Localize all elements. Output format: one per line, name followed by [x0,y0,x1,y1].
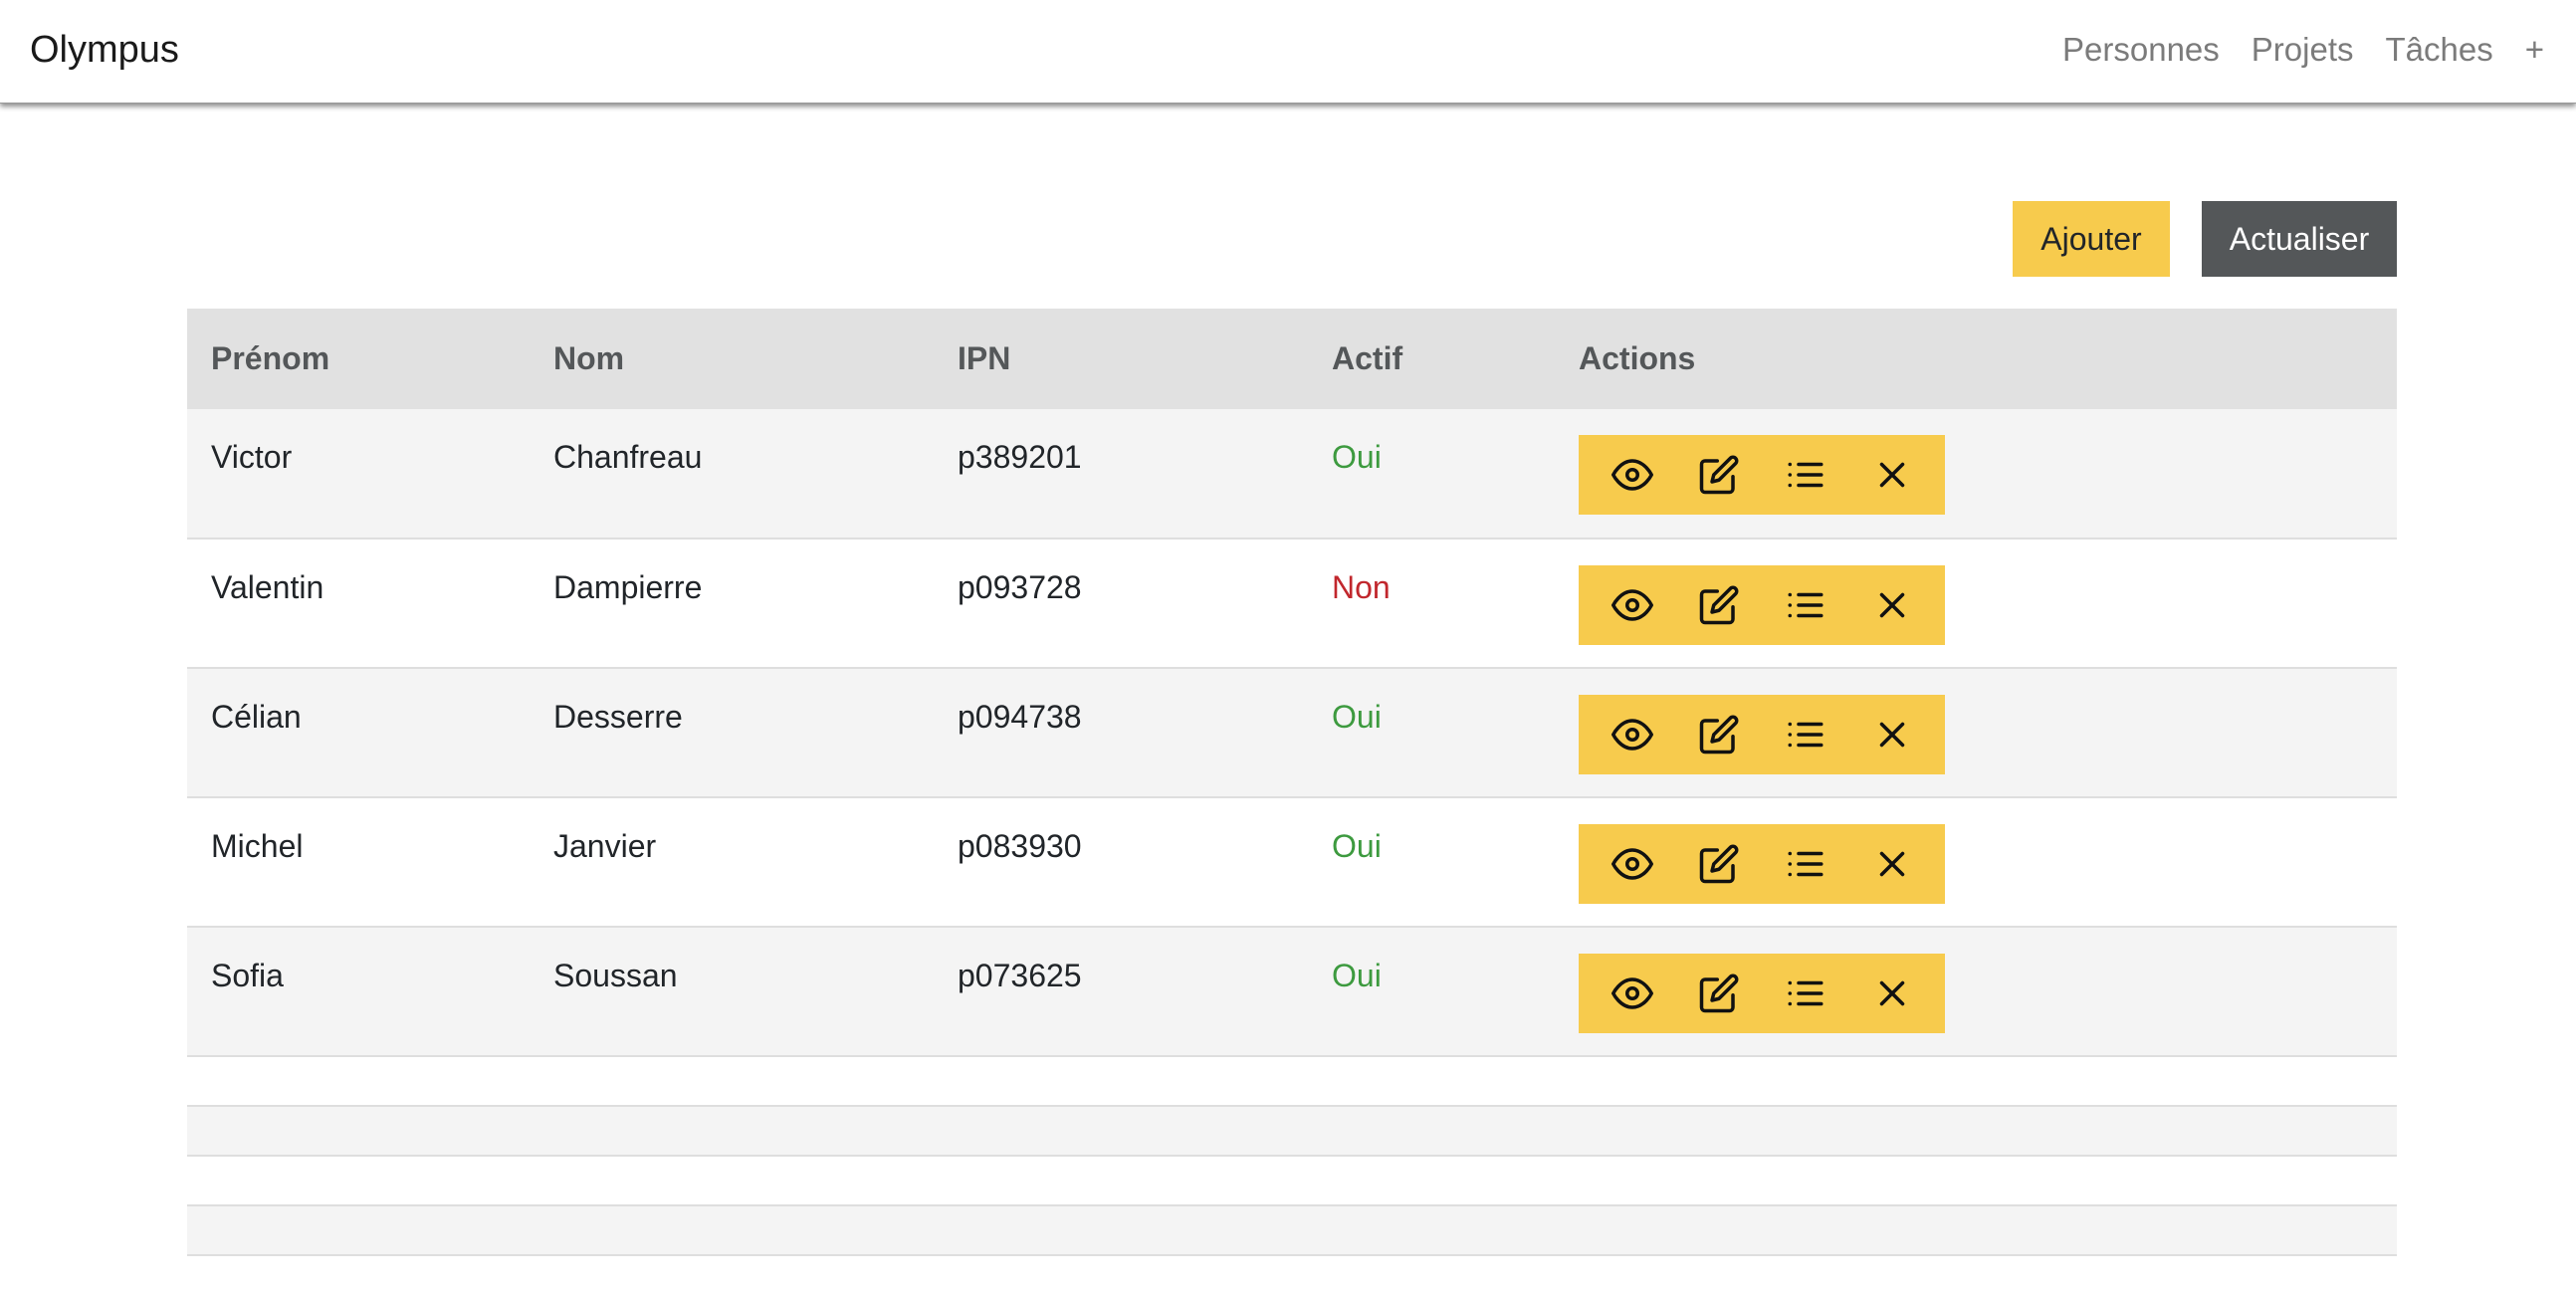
table-row: Sofia Soussan p073625 Oui [187,927,2397,1056]
edit-icon [1699,715,1738,755]
cell-ipn: p094738 [958,699,1082,735]
empty-table-row [187,1156,2397,1205]
cell-active: Non [1332,569,1391,605]
row-actions [1579,565,1945,645]
nav-item-taches[interactable]: Tâches [2386,24,2493,76]
row-actions [1579,954,1945,1033]
edit-icon [1699,973,1738,1013]
list-button[interactable] [1770,439,1841,511]
empty-table-row [187,1205,2397,1255]
cell-active: Oui [1332,439,1382,475]
row-actions [1579,435,1945,515]
cell-first-name: Sofia [211,958,284,993]
list-icon [1788,462,1823,488]
cell-actions [1555,927,2397,1056]
cell-ipn: p093728 [958,569,1082,605]
delete-button[interactable] [1856,439,1928,511]
nav-item-personnes[interactable]: Personnes [2062,24,2220,76]
empty-cell [187,1205,2397,1255]
row-actions [1579,695,1945,774]
close-icon [1879,980,1904,1006]
cell-active: Oui [1332,828,1382,864]
list-icon [1788,722,1823,748]
cell-last-name: Chanfreau [553,439,703,475]
edit-button[interactable] [1683,699,1755,770]
close-icon [1879,592,1904,618]
cell-last-name: Janvier [553,828,657,864]
eye-icon [1610,719,1653,751]
eye-icon [1610,977,1653,1009]
empty-cell [187,1106,2397,1156]
list-icon [1788,592,1823,618]
column-header-first-name: Prénom [211,340,330,376]
cell-ipn: p083930 [958,828,1082,864]
cell-first-name: Célian [211,699,302,735]
close-icon [1879,851,1904,877]
column-header-ipn: IPN [958,340,1011,376]
eye-icon [1610,589,1653,621]
empty-cell [187,1156,2397,1205]
delete-button[interactable] [1856,958,1928,1029]
edit-icon [1699,455,1738,495]
refresh-button[interactable]: Actualiser [2202,201,2397,277]
view-button[interactable] [1597,439,1668,511]
nav-item-projets[interactable]: Projets [2252,24,2354,76]
view-button[interactable] [1597,958,1668,1029]
delete-button[interactable] [1856,569,1928,641]
cell-first-name: Valentin [211,569,324,605]
cell-last-name: Dampierre [553,569,703,605]
delete-button[interactable] [1856,699,1928,770]
eye-icon [1610,848,1653,880]
column-header-active: Actif [1332,340,1403,376]
table-row: Michel Janvier p083930 Oui [187,797,2397,927]
edit-button[interactable] [1683,958,1755,1029]
app-brand[interactable]: Olympus [30,24,179,76]
delete-button[interactable] [1856,828,1928,900]
list-icon [1788,980,1823,1006]
edit-icon [1699,585,1738,625]
nav-item-add[interactable]: + [2525,24,2544,76]
table-row: Victor Chanfreau p389201 Oui [187,409,2397,539]
cell-active: Oui [1332,958,1382,993]
list-button[interactable] [1770,828,1841,900]
list-icon [1788,851,1823,877]
cell-actions [1555,668,2397,797]
edit-button[interactable] [1683,569,1755,641]
edit-icon [1699,844,1738,884]
empty-cell [187,1056,2397,1106]
list-button[interactable] [1770,699,1841,770]
column-header-actions: Actions [1579,340,1696,376]
table-row: Célian Desserre p094738 Oui [187,668,2397,797]
eye-icon [1610,459,1653,491]
cell-actions [1555,797,2397,927]
empty-table-row [187,1106,2397,1156]
cell-ipn: p073625 [958,958,1082,993]
cell-ipn: p389201 [958,439,1082,475]
cell-first-name: Michel [211,828,304,864]
top-navbar: Olympus Personnes Projets Tâches + [0,0,2576,104]
cell-active: Oui [1332,699,1382,735]
people-table: Prénom Nom IPN Actif Actions Victor Chan… [187,309,2397,1256]
list-button[interactable] [1770,958,1841,1029]
cell-actions [1555,539,2397,668]
cell-last-name: Soussan [553,958,678,993]
view-button[interactable] [1597,699,1668,770]
edit-button[interactable] [1683,439,1755,511]
row-actions [1579,824,1945,904]
close-icon [1879,462,1904,488]
nav-links: Personnes Projets Tâches + [2031,24,2544,76]
cell-last-name: Desserre [553,699,683,735]
close-icon [1879,722,1904,748]
view-button[interactable] [1597,828,1668,900]
view-button[interactable] [1597,569,1668,641]
add-button[interactable]: Ajouter [2013,201,2170,277]
cell-first-name: Victor [211,439,293,475]
empty-table-row [187,1056,2397,1106]
cell-actions [1555,409,2397,539]
edit-button[interactable] [1683,828,1755,900]
table-header-row: Prénom Nom IPN Actif Actions [187,309,2397,409]
table-row: Valentin Dampierre p093728 Non [187,539,2397,668]
list-button[interactable] [1770,569,1841,641]
column-header-last-name: Nom [553,340,625,376]
